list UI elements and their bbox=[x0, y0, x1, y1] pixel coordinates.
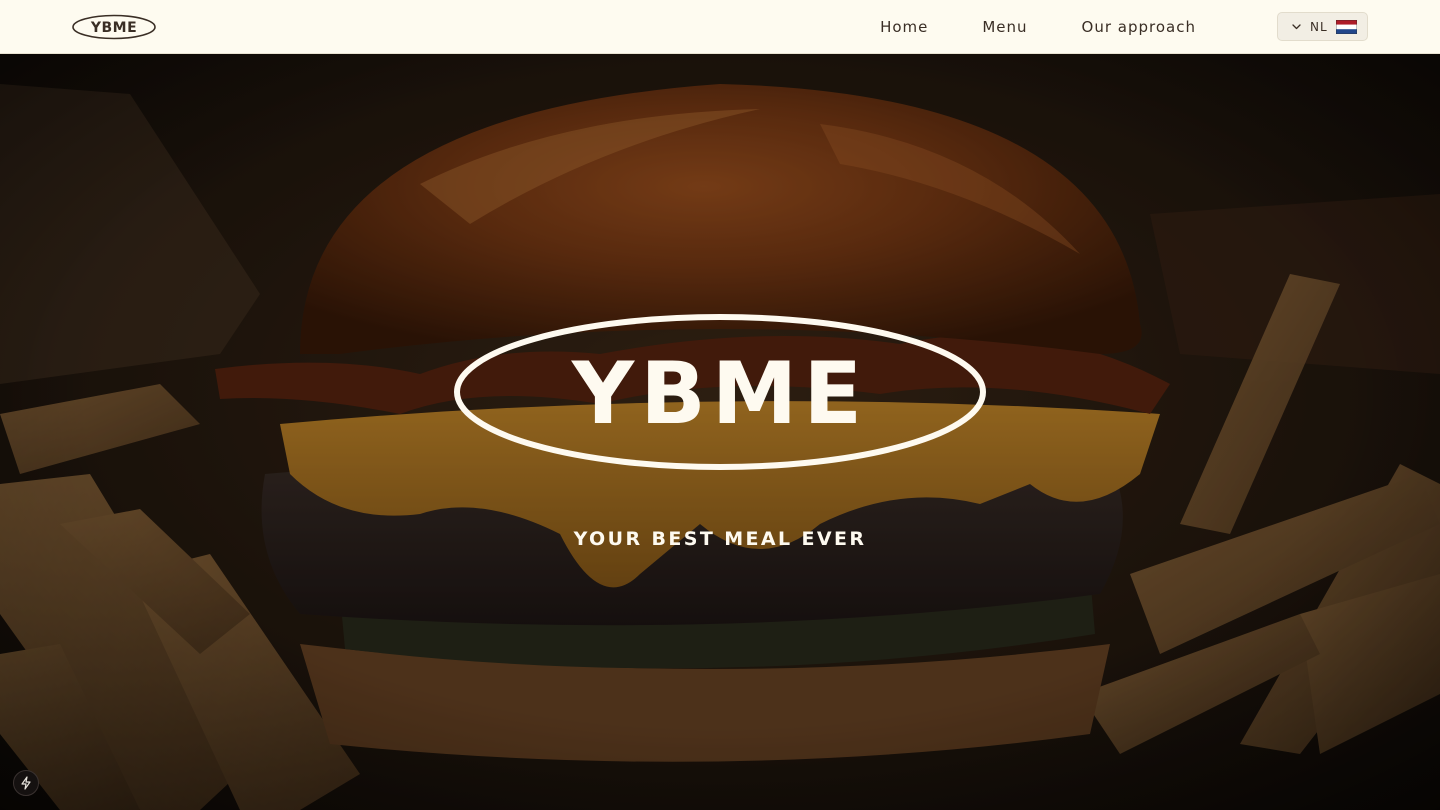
chevron-down-icon bbox=[1292, 24, 1301, 30]
page: YBME Home Menu Our approach NL YBME YOUR… bbox=[0, 0, 1440, 810]
nav-our-approach-link[interactable]: Our approach bbox=[1082, 18, 1196, 36]
main-nav: Home Menu Our approach bbox=[880, 0, 1196, 53]
hero-logo-text: YBME bbox=[571, 344, 868, 444]
header-logo-text: YBME bbox=[90, 20, 137, 36]
language-selector[interactable]: NL bbox=[1277, 12, 1368, 41]
nav-menu-link[interactable]: Menu bbox=[982, 18, 1027, 36]
hero-logo: YBME bbox=[453, 312, 987, 472]
header-logo-mark: YBME bbox=[72, 14, 156, 40]
netherlands-flag-icon bbox=[1335, 19, 1357, 34]
language-code: NL bbox=[1310, 19, 1328, 34]
hero-logo-mark: YBME bbox=[454, 314, 986, 470]
site-header: YBME Home Menu Our approach NL bbox=[0, 0, 1440, 54]
nav-home-link[interactable]: Home bbox=[880, 18, 928, 36]
hero-section: YBME YOUR BEST MEAL EVER bbox=[0, 54, 1440, 810]
lightning-bolt-icon bbox=[21, 776, 31, 790]
header-logo[interactable]: YBME bbox=[72, 14, 156, 40]
dev-tools-button[interactable] bbox=[13, 770, 39, 796]
hero-tagline: YOUR BEST MEAL EVER bbox=[573, 528, 867, 550]
